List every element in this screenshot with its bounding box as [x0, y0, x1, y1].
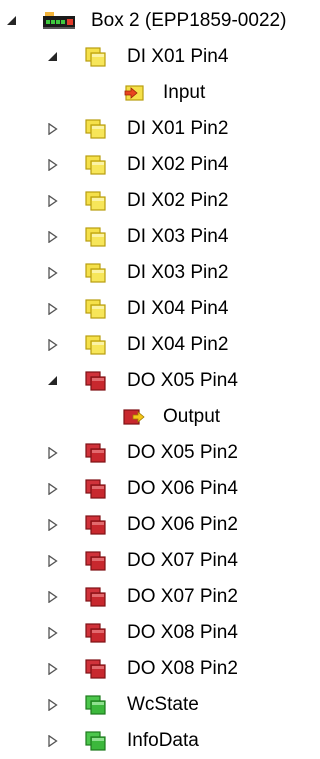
collapsed-arrow-icon[interactable]: [47, 447, 59, 459]
collapsed-arrow-icon[interactable]: [47, 663, 59, 675]
tree-node-label: DO X05 Pin4: [127, 370, 238, 391]
status-module-icon: [85, 731, 107, 751]
tree-node-input[interactable]: Input: [0, 75, 319, 111]
output-module-icon: [85, 515, 107, 535]
input-module-icon: [85, 47, 107, 67]
collapsed-arrow-icon[interactable]: [47, 735, 59, 747]
tree-node-label: DO X05 Pin2: [127, 442, 238, 463]
collapsed-arrow-icon[interactable]: [47, 591, 59, 603]
output-module-icon: [85, 479, 107, 499]
tree-node-label: DI X04 Pin2: [127, 334, 229, 355]
tree-node-label: Output: [163, 406, 221, 427]
input-module-icon: [85, 191, 107, 211]
output-module-icon: [85, 623, 107, 643]
input-module-icon: [85, 227, 107, 247]
tree-node-di-x03-pin4[interactable]: DI X03 Pin4: [0, 219, 319, 255]
tree-node-box-2[interactable]: Box 2 (EPP1859-0022): [0, 3, 319, 39]
tree-node-label: DI X03 Pin4: [127, 226, 229, 247]
tree-node-label: WcState: [127, 694, 199, 715]
tree-node-di-x02-pin2[interactable]: DI X02 Pin2: [0, 183, 319, 219]
output-variable-icon: [123, 407, 145, 427]
tree-node-di-x01-pin4[interactable]: DI X01 Pin4: [0, 39, 319, 75]
tree-node-di-x02-pin4[interactable]: DI X02 Pin4: [0, 147, 319, 183]
input-module-icon: [85, 335, 107, 355]
tree-node-infodata[interactable]: InfoData: [0, 723, 319, 759]
output-module-icon: [85, 371, 107, 391]
collapsed-arrow-icon[interactable]: [47, 231, 59, 243]
collapsed-arrow-icon[interactable]: [47, 339, 59, 351]
tree-node-do-x06-pin4[interactable]: DO X06 Pin4: [0, 471, 319, 507]
tree-node-label: DI X01 Pin2: [127, 118, 229, 139]
input-variable-icon: [123, 83, 145, 103]
box-device-icon: [43, 12, 75, 30]
collapsed-arrow-icon[interactable]: [47, 483, 59, 495]
input-module-icon: [85, 263, 107, 283]
tree-node-do-x07-pin2[interactable]: DO X07 Pin2: [0, 579, 319, 615]
output-module-icon: [85, 551, 107, 571]
tree-node-label: DI X03 Pin2: [127, 262, 229, 283]
tree-node-output[interactable]: Output: [0, 399, 319, 435]
tree-node-label: DI X02 Pin2: [127, 190, 229, 211]
output-module-icon: [85, 659, 107, 679]
expanded-arrow-icon[interactable]: [6, 15, 18, 27]
collapsed-arrow-icon[interactable]: [47, 267, 59, 279]
tree-node-wcstate[interactable]: WcState: [0, 687, 319, 723]
tree-node-do-x07-pin4[interactable]: DO X07 Pin4: [0, 543, 319, 579]
status-module-icon: [85, 695, 107, 715]
tree-node-do-x06-pin2[interactable]: DO X06 Pin2: [0, 507, 319, 543]
tree-node-do-x08-pin4[interactable]: DO X08 Pin4: [0, 615, 319, 651]
expanded-arrow-icon[interactable]: [47, 51, 59, 63]
collapsed-arrow-icon[interactable]: [47, 519, 59, 531]
tree-node-label: DI X01 Pin4: [127, 46, 229, 67]
tree-node-label: DO X08 Pin4: [127, 622, 238, 643]
tree-node-di-x03-pin2[interactable]: DI X03 Pin2: [0, 255, 319, 291]
tree-node-do-x05-pin4[interactable]: DO X05 Pin4: [0, 363, 319, 399]
tree-node-di-x04-pin4[interactable]: DI X04 Pin4: [0, 291, 319, 327]
output-module-icon: [85, 443, 107, 463]
tree-node-label: DO X06 Pin2: [127, 514, 238, 535]
collapsed-arrow-icon[interactable]: [47, 555, 59, 567]
tree-node-label: DI X02 Pin4: [127, 154, 229, 175]
io-tree: Box 2 (EPP1859-0022) DI X01 Pin4 Input D…: [0, 3, 319, 759]
input-module-icon: [85, 299, 107, 319]
tree-node-label: InfoData: [127, 730, 199, 751]
collapsed-arrow-icon[interactable]: [47, 303, 59, 315]
tree-node-label: DO X07 Pin2: [127, 586, 238, 607]
output-module-icon: [85, 587, 107, 607]
collapsed-arrow-icon[interactable]: [47, 159, 59, 171]
collapsed-arrow-icon[interactable]: [47, 627, 59, 639]
tree-node-label: DI X04 Pin4: [127, 298, 229, 319]
tree-node-label: Input: [163, 82, 206, 103]
collapsed-arrow-icon[interactable]: [47, 699, 59, 711]
collapsed-arrow-icon[interactable]: [47, 195, 59, 207]
input-module-icon: [85, 119, 107, 139]
tree-node-label: Box 2 (EPP1859-0022): [91, 10, 287, 31]
tree-node-do-x05-pin2[interactable]: DO X05 Pin2: [0, 435, 319, 471]
collapsed-arrow-icon[interactable]: [47, 123, 59, 135]
tree-node-di-x01-pin2[interactable]: DI X01 Pin2: [0, 111, 319, 147]
input-module-icon: [85, 155, 107, 175]
tree-node-label: DO X06 Pin4: [127, 478, 238, 499]
tree-node-label: DO X07 Pin4: [127, 550, 238, 571]
tree-node-label: DO X08 Pin2: [127, 658, 238, 679]
expanded-arrow-icon[interactable]: [47, 375, 59, 387]
tree-node-di-x04-pin2[interactable]: DI X04 Pin2: [0, 327, 319, 363]
tree-node-do-x08-pin2[interactable]: DO X08 Pin2: [0, 651, 319, 687]
